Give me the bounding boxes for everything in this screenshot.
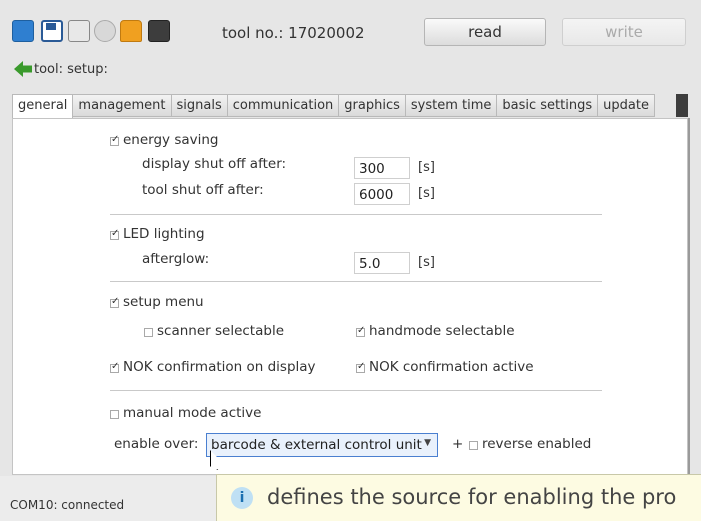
divider (110, 214, 602, 215)
list-icon[interactable] (68, 20, 90, 42)
tooltip-text: defines the source for enabling the pro (267, 485, 677, 509)
enable-over-label: enable over: (114, 436, 199, 452)
read-button[interactable]: read (424, 18, 546, 46)
chevron-down-icon: ▼ (424, 438, 431, 448)
tab-general[interactable]: general (12, 94, 74, 119)
tool-shutoff-label: tool shut off after: (142, 182, 264, 198)
connection-status: COM10: connected (10, 498, 125, 512)
tab-basic-settings[interactable]: basic settings (497, 94, 599, 117)
nok-active-checkbox[interactable] (356, 361, 365, 373)
divider (110, 281, 602, 282)
reverse-enabled-checkbox[interactable] (469, 441, 478, 450)
display-shutoff-unit: [s] (418, 160, 435, 175)
display-shutoff-label: display shut off after: (142, 156, 287, 172)
info-icon: i (231, 487, 253, 509)
tool-shutoff-input[interactable]: 6000 (354, 183, 410, 205)
person-icon[interactable] (120, 20, 142, 42)
setup-menu-checkbox[interactable] (110, 296, 119, 308)
energy-saving-checkbox[interactable] (110, 134, 119, 146)
led-lighting-checkbox[interactable] (110, 228, 119, 240)
calculator-icon[interactable] (148, 20, 170, 42)
breadcrumb: tool: setup: (34, 62, 108, 77)
manual-mode-label: manual mode active (123, 405, 262, 421)
tab-signals[interactable]: signals (171, 94, 228, 117)
folder-open-icon[interactable] (12, 20, 34, 42)
scanner-selectable-label: scanner selectable (157, 323, 284, 339)
afterglow-unit: [s] (418, 255, 435, 270)
display-shutoff-input[interactable]: 300 (354, 157, 410, 179)
tab-communication[interactable]: communication (227, 94, 340, 117)
nok-display-label: NOK confirmation on display (123, 359, 316, 375)
gear-icon[interactable] (94, 20, 116, 42)
tool-shutoff-unit: [s] (418, 186, 435, 201)
panel-divider (688, 118, 690, 475)
tab-strip: general management signals communication… (12, 94, 655, 119)
enable-over-select[interactable]: barcode & external control unit ▼ (206, 433, 438, 457)
write-button[interactable]: write (562, 18, 686, 46)
handmode-selectable-checkbox[interactable] (356, 325, 365, 337)
afterglow-label: afterglow: (142, 251, 210, 267)
tab-graphics[interactable]: graphics (339, 94, 406, 117)
setup-menu-label: setup menu (123, 294, 204, 310)
energy-saving-label: energy saving (123, 132, 219, 148)
enable-over-value: barcode & external control unit (211, 437, 422, 453)
tab-system-time[interactable]: system time (405, 94, 498, 117)
nok-display-checkbox[interactable] (110, 361, 119, 373)
led-lighting-label: LED lighting (123, 226, 205, 242)
nok-active-label: NOK confirmation active (369, 359, 534, 375)
tooltip: i defines the source for enabling the pr… (216, 474, 701, 521)
afterglow-input[interactable]: 5.0 (354, 252, 410, 274)
divider (110, 390, 602, 391)
tab-scroll-edge (676, 94, 688, 117)
tab-update[interactable]: update (598, 94, 655, 117)
save-icon[interactable] (41, 20, 63, 42)
back-arrow-icon[interactable] (14, 61, 32, 77)
plus-sign: + (452, 436, 464, 452)
tool-number: tool no.: 17020002 (222, 24, 365, 42)
manual-mode-checkbox[interactable] (110, 410, 119, 419)
handmode-selectable-label: handmode selectable (369, 323, 515, 339)
scanner-selectable-checkbox[interactable] (144, 328, 153, 337)
tab-management[interactable]: management (73, 94, 172, 117)
reverse-enabled-label: reverse enabled (482, 436, 592, 452)
